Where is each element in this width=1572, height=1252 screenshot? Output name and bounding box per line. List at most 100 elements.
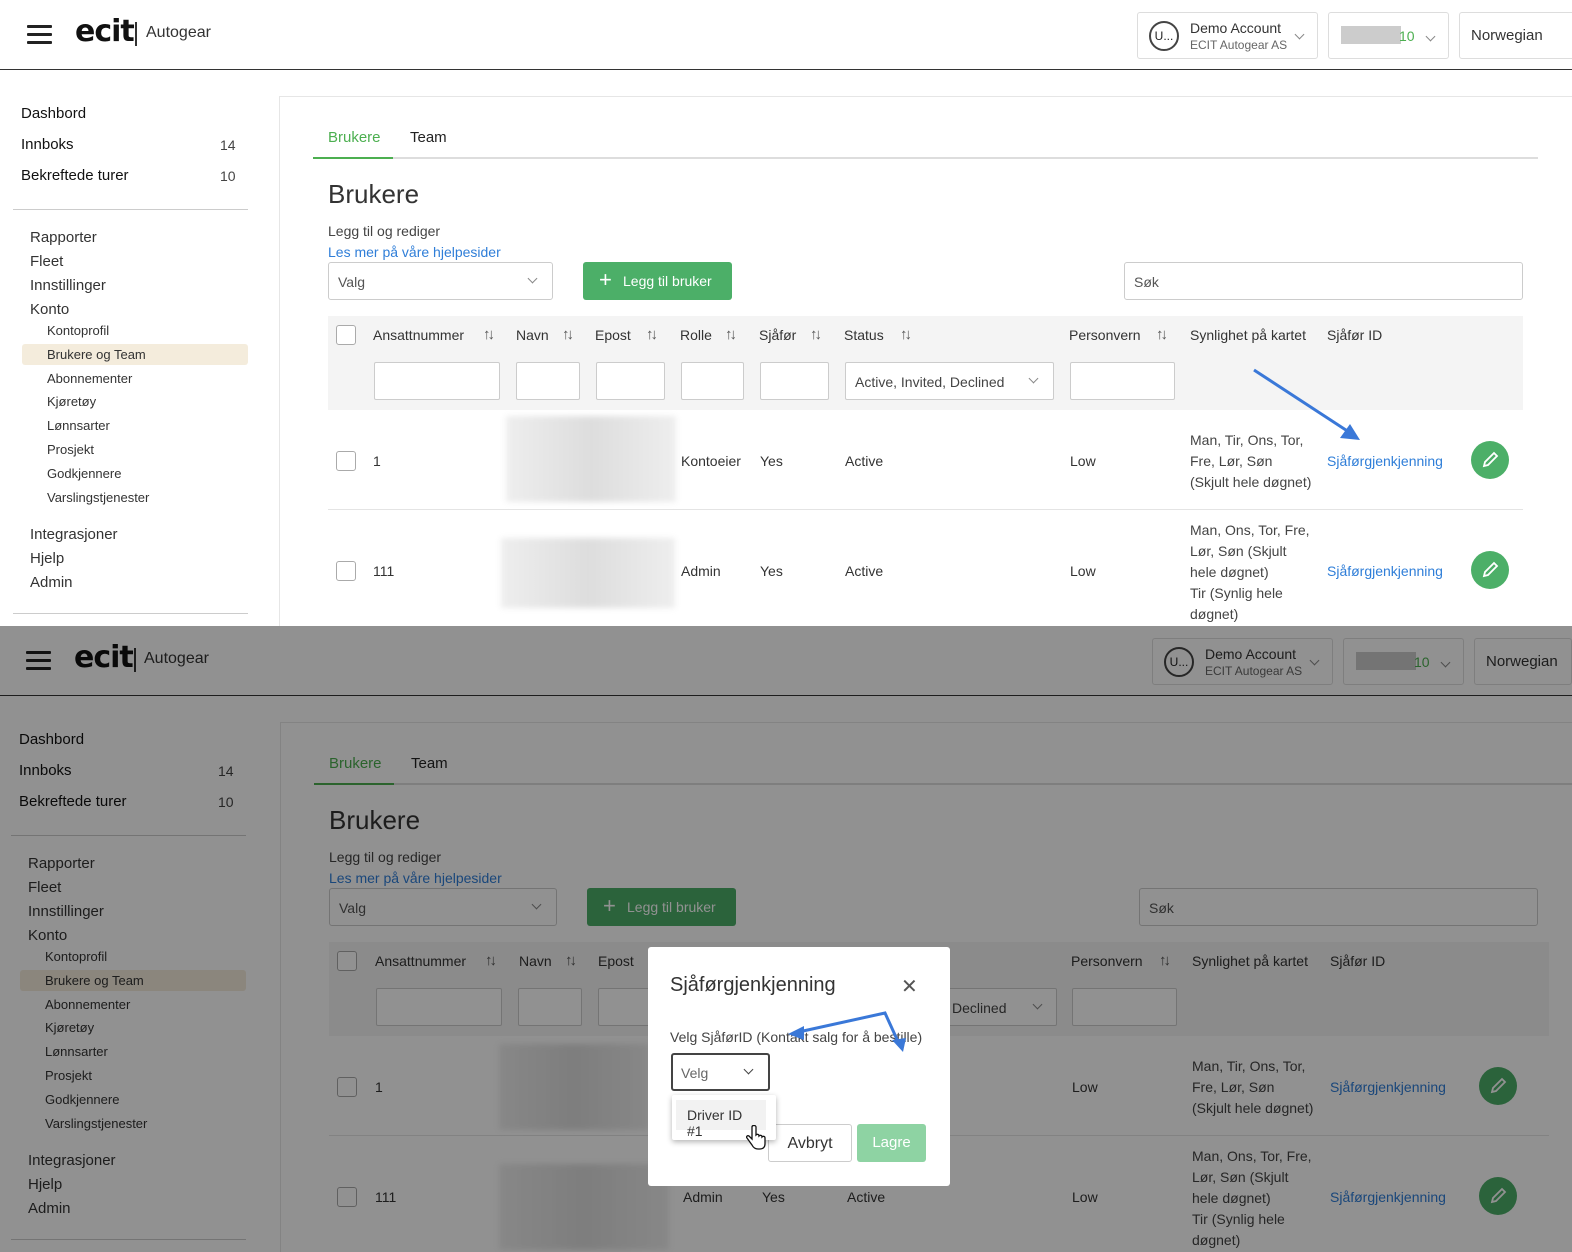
table-header: Ansattnummer ↑↓ Navn ↑↓ Epost ↑↓ Rolle ↑↓ Sj… [328, 316, 1523, 354]
sidebar-item-admin[interactable]: Admin [30, 574, 73, 591]
counter-switcher[interactable]: 10 [1328, 12, 1449, 59]
plus-icon: + [599, 267, 612, 292]
sidebar-item-account-profile[interactable]: Kontoprofil [47, 323, 109, 338]
avatar: U... [1149, 21, 1179, 51]
chevron-down-icon [743, 1064, 754, 1075]
sidebar-item-settings[interactable]: Innstillinger [30, 277, 106, 294]
col-status[interactable]: Status [844, 327, 884, 343]
language-select[interactable]: Norwegian [1459, 12, 1572, 59]
sort-icon[interactable]: ↑↓ [483, 326, 495, 343]
edit-user-button[interactable] [1471, 551, 1509, 589]
filter-role[interactable] [681, 362, 744, 400]
logo-divider [135, 22, 137, 46]
main-content: Brukere Team Brukere Legg til og rediger… [279, 96, 1572, 626]
tab-team[interactable]: Team [410, 129, 447, 146]
filter-name[interactable] [516, 362, 580, 400]
sort-icon[interactable]: ↑↓ [810, 326, 822, 343]
close-icon[interactable]: ✕ [901, 974, 918, 999]
sidebar-item-inbox[interactable]: Innboks [21, 136, 74, 153]
product-name: Autogear [146, 24, 211, 41]
sort-icon[interactable]: ↑↓ [900, 326, 912, 343]
table-row: 111 Admin Yes Active Low Man, Ons, Tor, … [328, 510, 1523, 626]
search-input[interactable]: Søk [1124, 262, 1523, 300]
filter-email[interactable] [596, 362, 665, 400]
col-email[interactable]: Epost [595, 327, 631, 343]
filter-employee-number[interactable] [374, 362, 500, 400]
cell-role: Kontoeier [681, 453, 741, 469]
sidebar-item-integrations[interactable]: Integrasjoner [30, 526, 118, 543]
filter-status[interactable]: Active, Invited, Declined [845, 362, 1054, 400]
account-name: Demo Account [1190, 20, 1282, 36]
redacted-text [1341, 26, 1401, 44]
annotation-arrow-icon [788, 1011, 906, 1052]
redacted-name-email [506, 416, 676, 502]
sort-icon[interactable]: ↑↓ [646, 326, 658, 343]
sidebar-item-notifications[interactable]: Varslingstjenester [47, 490, 149, 505]
pencil-icon [1482, 561, 1499, 578]
driver-recognition-link[interactable]: Sjåførgjenkjenning [1327, 563, 1443, 579]
menu-icon[interactable] [27, 25, 52, 45]
bulk-action-select[interactable]: Valg [328, 262, 553, 300]
sidebar-item-projects[interactable]: Prosjekt [47, 442, 94, 457]
driver-recognition-link[interactable]: Sjåførgjenkjenning [1327, 453, 1443, 469]
cell-employee-number: 111 [373, 563, 395, 579]
visibility-line: Tir (Synlig hele døgnet) [1190, 585, 1283, 622]
tab-active-underline [313, 157, 393, 159]
dialog-title: Sjåførgjenkjenning [670, 974, 836, 996]
chevron-down-icon [1028, 373, 1039, 384]
chevron-down-icon [1425, 31, 1436, 42]
sidebar-item-subscriptions[interactable]: Abonnementer [47, 371, 132, 386]
sidebar-item-account[interactable]: Konto [30, 301, 69, 318]
col-name[interactable]: Navn [516, 327, 549, 343]
sort-icon[interactable]: ↑↓ [725, 326, 737, 343]
sort-icon[interactable]: ↑↓ [562, 326, 574, 343]
sidebar-item-wage-types[interactable]: Lønnsarter [47, 418, 110, 433]
driver-recognition-dialog: Sjåførgjenkjenning ✕ Velg SjåførID (Kont… [648, 947, 950, 1186]
save-button[interactable]: Lagre [857, 1124, 926, 1162]
filter-driver[interactable] [760, 362, 829, 400]
cell-driver: Yes [760, 563, 783, 579]
col-driver-id: Sjåfør ID [1327, 327, 1383, 343]
sidebar-item-fleet[interactable]: Fleet [30, 253, 63, 270]
sidebar-item-confirmed-trips[interactable]: Bekreftede turer [21, 167, 129, 184]
sidebar-item-vehicles[interactable]: Kjøretøy [47, 394, 96, 409]
cell-privacy: Low [1070, 563, 1096, 579]
cancel-button[interactable]: Avbryt [768, 1124, 852, 1162]
sidebar-item-reports[interactable]: Rapporter [30, 229, 97, 246]
sidebar-item-approvers[interactable]: Godkjennere [47, 466, 121, 481]
select-value: Valg [338, 274, 365, 290]
col-employee-number[interactable]: Ansattnummer [373, 327, 464, 343]
tab-users[interactable]: Brukere [328, 129, 381, 146]
pencil-icon [1482, 451, 1499, 468]
row-checkbox[interactable] [336, 561, 356, 581]
cell-role: Admin [681, 563, 721, 579]
filter-status-value: Active, Invited, Declined [855, 374, 1005, 390]
hand-cursor-icon [746, 1125, 766, 1150]
col-driver[interactable]: Sjåfør [759, 327, 796, 343]
visibility-line: Man, Ons, Tor, Fre, Lør, Søn (Skjult hel… [1190, 522, 1310, 580]
chevron-down-icon [527, 273, 538, 284]
sidebar-item-help[interactable]: Hjelp [30, 550, 64, 567]
app-header: ecit Autogear U... Demo Account ECIT Aut… [0, 0, 1572, 70]
filter-privacy[interactable] [1070, 362, 1175, 400]
edit-user-button[interactable] [1471, 441, 1509, 479]
counter-value: 10 [1399, 28, 1415, 44]
chevron-down-icon [1294, 29, 1305, 40]
col-map-visibility: Synlighet på kartet [1190, 327, 1306, 343]
sort-icon[interactable]: ↑↓ [1156, 326, 1168, 343]
sidebar-divider [13, 209, 248, 210]
screenshot-bottom: ecit Autogear U... Demo Account ECIT Aut… [0, 626, 1572, 1252]
help-link[interactable]: Les mer på våre hjelpesider [328, 244, 501, 260]
add-user-button[interactable]: + Legg til bruker [583, 262, 732, 300]
sidebar-item-users-teams[interactable]: Brukere og Team [47, 347, 146, 362]
sidebar-item-dashboard[interactable]: Dashbord [21, 105, 86, 122]
account-switcher[interactable]: U... Demo Account ECIT Autogear AS [1137, 12, 1318, 59]
cell-status: Active [845, 563, 884, 579]
col-privacy[interactable]: Personvern [1069, 327, 1141, 343]
col-role[interactable]: Rolle [680, 327, 712, 343]
select-all-checkbox[interactable] [336, 325, 356, 345]
redacted-name-email [501, 538, 675, 608]
driver-id-select[interactable]: Velg [671, 1053, 770, 1091]
screenshot-top: ecit Autogear U... Demo Account ECIT Aut… [0, 0, 1572, 626]
row-checkbox[interactable] [336, 451, 356, 471]
